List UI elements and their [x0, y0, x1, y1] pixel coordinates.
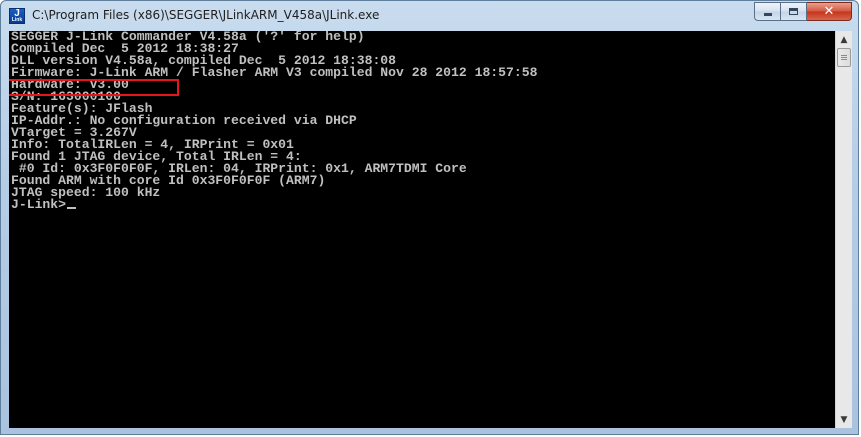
window-controls: ✕	[754, 2, 852, 21]
console-line: J-Link>	[11, 198, 831, 211]
title-bar[interactable]: J Link C:\Program Files (x86)\SEGGER\JLi…	[1, 1, 858, 31]
window-title: C:\Program Files (x86)\SEGGER\JLinkARM_V…	[32, 8, 380, 22]
minimize-icon	[763, 13, 772, 16]
close-icon: ✕	[823, 4, 835, 19]
console-area[interactable]: SEGGER J-Link Commander V4.58a ('?' for …	[9, 31, 852, 428]
vertical-scrollbar[interactable]: ▲ ▼	[835, 31, 852, 428]
console-window: J Link C:\Program Files (x86)\SEGGER\JLi…	[0, 0, 859, 435]
app-icon-caption: Link	[11, 17, 23, 23]
minimize-button[interactable]	[754, 2, 781, 21]
console-line: JTAG speed: 100 kHz	[11, 185, 161, 200]
console-line: Firmware: J-Link ARM / Flasher ARM V3 co…	[11, 65, 538, 80]
scroll-down-icon[interactable]: ▼	[836, 411, 852, 428]
hardware-highlight-box	[9, 79, 179, 96]
grip-icon	[841, 54, 847, 61]
text-cursor	[67, 207, 77, 209]
close-button[interactable]: ✕	[807, 2, 852, 21]
jlink-app-icon[interactable]: J Link	[9, 8, 25, 24]
scroll-thumb[interactable]	[837, 48, 851, 67]
maximize-icon	[789, 8, 798, 15]
maximize-button[interactable]	[781, 2, 807, 21]
scroll-up-icon[interactable]: ▲	[836, 31, 852, 48]
